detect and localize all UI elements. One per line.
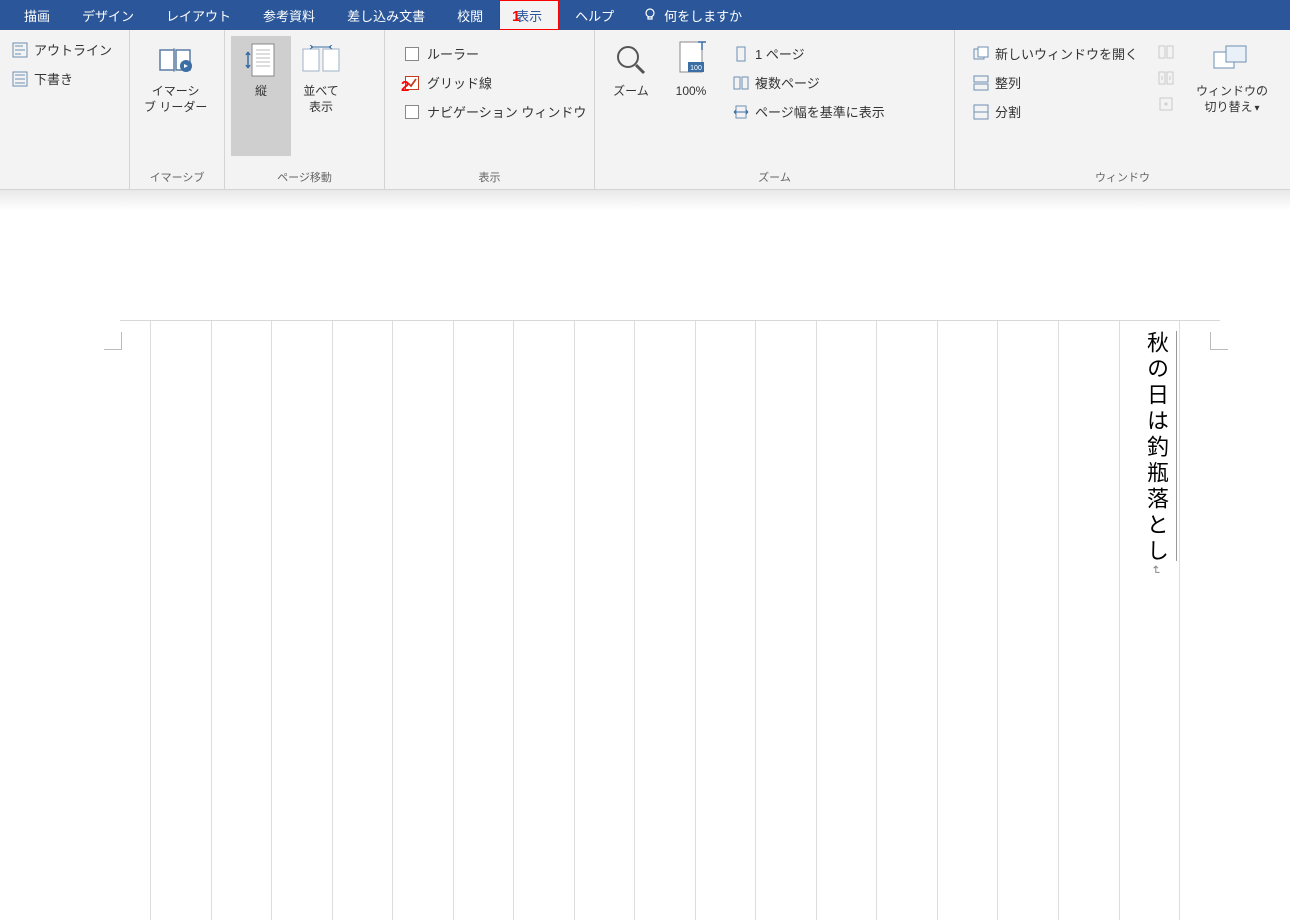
tab-draw[interactable]: 描画 — [8, 0, 66, 30]
page-100-icon: 100 — [671, 40, 711, 80]
draft-view-button[interactable]: 下書き — [6, 65, 118, 92]
text-guide-line — [1176, 331, 1177, 561]
zoom-100-button[interactable]: 100 100% — [661, 36, 721, 104]
gridlines-checkbox[interactable]: グリッド線 — [399, 69, 592, 96]
vertical-page-icon — [241, 40, 281, 80]
sync-scroll-icon — [1158, 70, 1174, 86]
group-label-zoom: ズーム — [601, 167, 948, 187]
svg-text:100: 100 — [690, 65, 702, 72]
group-label-show: 表示 — [391, 167, 588, 187]
view-side-by-side-button — [1152, 40, 1186, 64]
tab-view[interactable]: 表示 — [499, 0, 559, 30]
navigation-pane-checkbox[interactable]: ナビゲーション ウィンドウ — [399, 98, 592, 125]
ribbon-shadow — [0, 190, 1290, 210]
switch-windows-icon — [1212, 40, 1252, 80]
multi-page-button[interactable]: 複数ページ — [727, 69, 891, 96]
ribbon: アウトライン 下書き イマーシ ブ リーダー イマーシブ 縦 — [0, 30, 1290, 190]
document-text[interactable]: 秋の日は釣瓶落とし↵ — [1140, 331, 1172, 579]
gridlines — [150, 321, 1180, 920]
zoom-button[interactable]: ズーム — [601, 36, 661, 104]
arrange-all-button[interactable]: 整列 — [967, 69, 1144, 96]
page[interactable]: 秋の日は釣瓶落とし↵ — [120, 320, 1220, 920]
draft-icon — [12, 71, 28, 87]
vertical-page-button[interactable]: 縦 — [231, 36, 291, 156]
sync-scroll-button — [1152, 66, 1186, 90]
split-button[interactable]: 分割 — [967, 98, 1144, 125]
tab-help[interactable]: ヘルプ — [559, 0, 630, 30]
lightbulb-icon — [642, 7, 658, 23]
document-area[interactable]: 秋の日は釣瓶落とし↵ — [0, 210, 1290, 800]
group-label-window: ウィンドウ — [961, 167, 1284, 187]
tab-review[interactable]: 校閲 — [441, 0, 499, 30]
magnifier-icon — [611, 40, 651, 80]
one-page-icon — [733, 46, 749, 62]
group-label-views — [6, 171, 123, 187]
arrange-icon — [973, 75, 989, 91]
tab-design[interactable]: デザイン — [66, 0, 150, 30]
group-label-page-move: ページ移動 — [231, 167, 378, 187]
outline-icon — [12, 42, 28, 58]
reset-pos-icon — [1158, 96, 1174, 112]
side-by-side-button[interactable]: 並べて 表示 — [291, 36, 351, 119]
immersive-reader-button[interactable]: イマーシ ブ リーダー — [136, 36, 215, 119]
switch-windows-button[interactable]: ウィンドウの 切り替え▾ — [1188, 36, 1276, 119]
tab-references[interactable]: 参考資料 — [247, 0, 331, 30]
one-page-button[interactable]: 1 ページ — [727, 40, 891, 67]
side-by-side-icon — [301, 40, 341, 80]
tab-layout[interactable]: レイアウト — [150, 0, 247, 30]
ruler-checkbox[interactable]: ルーラー — [399, 40, 592, 67]
reset-window-button — [1152, 92, 1186, 116]
page-width-button[interactable]: ページ幅を基準に表示 — [727, 98, 891, 125]
split-icon — [973, 104, 989, 120]
new-window-icon — [973, 46, 989, 62]
tell-me-label: 何をしますか — [664, 6, 742, 25]
paragraph-mark-icon: ↵ — [1149, 565, 1163, 579]
multi-page-icon — [733, 75, 749, 91]
outline-view-button[interactable]: アウトライン — [6, 36, 118, 63]
menu-bar: 描画 デザイン レイアウト 参考資料 差し込み文書 校閲 表示 ヘルプ 何をしま… — [0, 0, 1290, 30]
page-width-icon — [733, 104, 749, 120]
new-window-button[interactable]: 新しいウィンドウを開く — [967, 40, 1144, 67]
group-label-immersive: イマーシブ — [136, 167, 218, 187]
book-speaker-icon — [156, 40, 196, 80]
tab-mailings[interactable]: 差し込み文書 — [331, 0, 441, 30]
side-icon — [1158, 44, 1174, 60]
chevron-down-icon: ▾ — [1255, 103, 1260, 114]
tell-me-search[interactable]: 何をしますか — [642, 6, 742, 25]
